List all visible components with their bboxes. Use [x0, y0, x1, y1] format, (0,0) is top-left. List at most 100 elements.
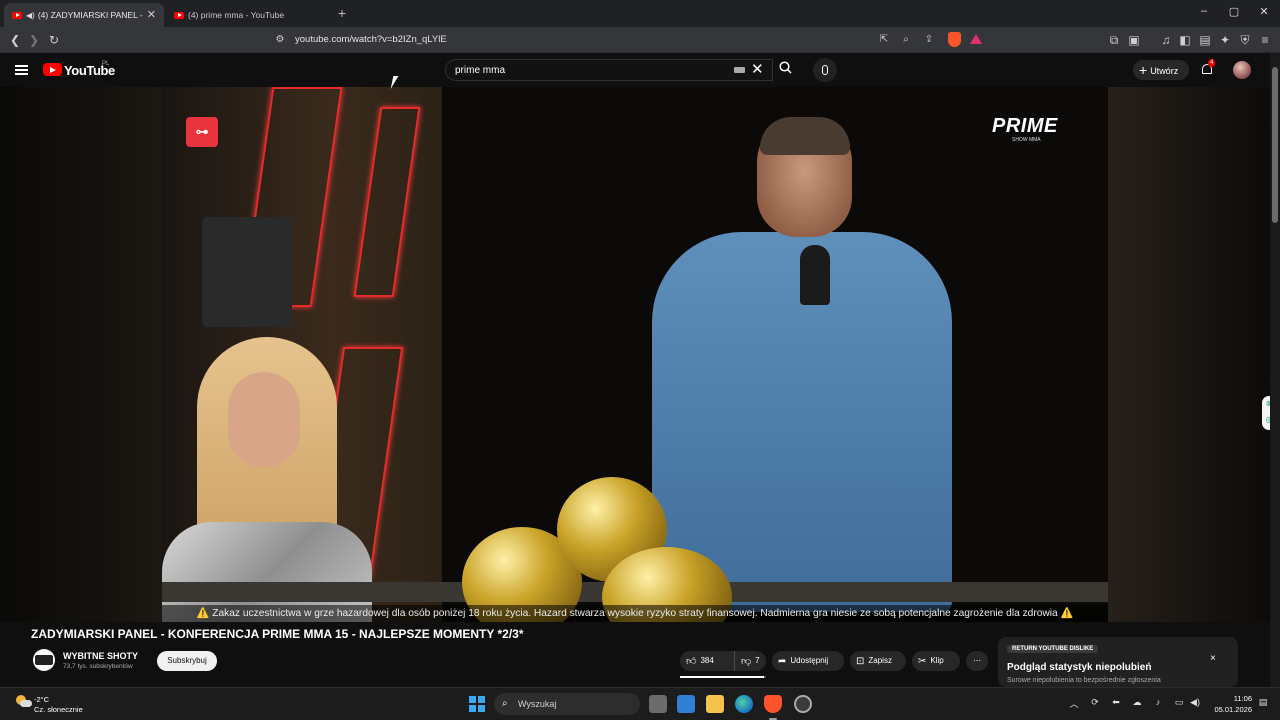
keyboard-icon[interactable] — [734, 67, 745, 73]
thumbs-down-icon: 👎︎ — [741, 656, 752, 667]
mic-tray-icon[interactable]: ♪ — [1152, 697, 1164, 707]
youtube-favicon-icon — [174, 11, 184, 19]
account-avatar[interactable] — [1233, 61, 1251, 79]
ambient-left — [0, 87, 162, 622]
edge-icon[interactable] — [735, 695, 753, 713]
like-button[interactable]: 👍︎ 384 — [686, 651, 714, 672]
taskbar-search-placeholder: Wyszukaj — [518, 699, 557, 709]
guide-menu-icon[interactable] — [15, 65, 28, 75]
youtube-logo-icon[interactable] — [43, 63, 62, 76]
search-icon — [779, 61, 792, 74]
zoom-icon[interactable]: ⌕ — [898, 32, 914, 48]
create-button[interactable]: + Utwórz — [1133, 60, 1189, 80]
tab-close-icon[interactable]: ✕ — [147, 9, 156, 21]
taskbar-search[interactable]: ⌕ Wyszukaj — [494, 693, 640, 715]
sync-icon[interactable]: ⟳ — [1089, 697, 1101, 708]
more-actions-button[interactable]: ⋯ — [966, 651, 988, 671]
clock-date[interactable]: 05.01.2026 — [1204, 705, 1252, 714]
tab-title: (4) prime mma - YouTube — [188, 10, 285, 20]
video-player[interactable]: ⊶ PRIME SHOW MMA ⚠️ Zakaz uczestnictwa w… — [0, 87, 1270, 622]
brave-rewards-icon[interactable] — [970, 34, 982, 44]
new-tab-button[interactable]: + — [335, 5, 349, 21]
browser-tab-strip: ◀) (4) ZADYMIARSKI PANEL - KO ✕ (4) prim… — [0, 0, 1280, 27]
site-settings-icon[interactable]: ⚙ — [272, 32, 288, 48]
search-button[interactable] — [773, 59, 798, 81]
leo-ai-icon[interactable]: ✦ — [1217, 32, 1233, 48]
voice-search-button[interactable] — [813, 58, 837, 82]
clear-search-icon[interactable]: ✕ — [751, 61, 764, 79]
wallet-icon[interactable]: ▤ — [1197, 32, 1213, 48]
reload-button[interactable]: ↻ — [46, 32, 62, 48]
menu-icon[interactable]: ≡ — [1257, 32, 1273, 48]
back-arrow-icon[interactable]: ⬅ — [1110, 697, 1122, 708]
weather-temperature[interactable]: -2°C — [34, 695, 49, 704]
share-label: Udostępnij — [790, 656, 829, 665]
seated-person — [162, 337, 372, 622]
scrollbar-thumb[interactable] — [1272, 67, 1278, 223]
media-icon[interactable]: ♫ — [1158, 32, 1174, 48]
ambient-right — [1108, 87, 1270, 622]
extensions-icon[interactable]: ⧉ — [1106, 32, 1122, 48]
ryd-close-icon[interactable]: × — [1210, 653, 1216, 664]
minimize-button[interactable]: – — [1196, 5, 1212, 17]
video-frame[interactable]: ⊶ PRIME SHOW MMA — [162, 87, 1108, 622]
app-icon[interactable] — [794, 695, 812, 713]
like-dislike-group: 👍︎ 384 👎︎ 7 — [680, 651, 766, 671]
clip-button[interactable]: ✂ Klip — [912, 651, 960, 671]
like-ratio-fill — [680, 676, 765, 678]
address-bar[interactable]: ⚙ youtube.com/watch?v=b2IZn_qLYlE ⇱ ⌕ ⇪ — [244, 30, 990, 50]
subscribe-button[interactable]: Subskrybuj — [157, 651, 217, 671]
speaker-icon[interactable]: ◀) — [26, 11, 35, 20]
save-button[interactable]: ⊡ Zapisz — [850, 651, 906, 671]
brave-shields-icon[interactable] — [948, 32, 961, 47]
share-page-icon[interactable]: ⇪ — [921, 32, 937, 48]
start-button[interactable] — [469, 696, 485, 712]
back-button[interactable]: ❮ — [7, 32, 23, 48]
like-count: 384 — [700, 656, 714, 665]
maximize-button[interactable]: ▢ — [1226, 5, 1242, 18]
page-scrollbar[interactable] — [1270, 53, 1280, 687]
weather-description[interactable]: Cz. słonecznie — [34, 705, 83, 714]
store-icon[interactable] — [677, 695, 695, 713]
sidebar-icon[interactable]: ◧ — [1177, 32, 1193, 48]
dislike-button[interactable]: 👎︎ 7 — [734, 651, 760, 671]
url-text[interactable]: youtube.com/watch?v=b2IZn_qLYlE — [295, 34, 447, 45]
cloud-icon[interactable]: ☁ — [1131, 697, 1143, 708]
microphone-prop — [800, 245, 830, 305]
notification-center-icon[interactable]: ▤ — [1257, 697, 1269, 708]
tab-youtube-video[interactable]: ◀) (4) ZADYMIARSKI PANEL - KO ✕ — [4, 3, 164, 27]
bookmark-add-icon: ⊡ — [856, 656, 865, 667]
channel-name[interactable]: WYBITNE SHOTY — [63, 651, 138, 661]
prime-logo: PRIME — [992, 115, 1058, 137]
share-icon: ➦ — [778, 656, 787, 667]
dislike-count: 7 — [755, 656, 760, 665]
file-explorer-icon[interactable] — [706, 695, 724, 713]
search-icon: ⌕ — [502, 698, 508, 709]
browser-toolbar: ❮ ❯ ↻ ⚑ ⚙ youtube.com/watch?v=b2IZn_qLYl… — [0, 27, 1280, 53]
brave-icon[interactable] — [764, 695, 782, 713]
notifications-button[interactable]: 4 — [1200, 59, 1216, 78]
tray-overflow-icon[interactable]: ︿ — [1068, 697, 1080, 710]
search-query[interactable]: prime mma — [455, 65, 505, 76]
prime-logo-sub: SHOW MMA — [1012, 137, 1041, 143]
weather-icon[interactable] — [14, 695, 32, 709]
close-window-button[interactable]: ✕ — [1256, 5, 1272, 18]
return-dislike-panel: RETURN YOUTUBE DISLIKE Podgląd statystyk… — [998, 637, 1238, 687]
clock-time[interactable]: 11:06 — [1222, 694, 1252, 703]
search-input[interactable]: prime mma ✕ — [445, 59, 773, 81]
vpn-icon[interactable]: ⛨ — [1237, 32, 1253, 48]
scissors-icon: ✂ — [918, 656, 927, 667]
volume-icon[interactable]: ◀) — [1189, 697, 1201, 708]
network-icon[interactable]: ▭ — [1173, 697, 1185, 708]
like-ratio-bar — [680, 676, 766, 678]
country-code: PL — [102, 61, 110, 67]
save-label: Zapisz — [868, 656, 892, 665]
open-in-app-icon[interactable]: ⇱ — [876, 32, 892, 48]
screenshot-icon[interactable]: ▣ — [1126, 32, 1142, 48]
task-view-icon[interactable] — [649, 695, 667, 713]
tab-youtube-search[interactable]: (4) prime mma - YouTube — [166, 3, 331, 27]
notification-badge: 4 — [1208, 59, 1216, 67]
share-button[interactable]: ➦ Udostępnij — [772, 651, 844, 671]
channel-avatar[interactable] — [33, 649, 55, 671]
forward-button[interactable]: ❯ — [26, 32, 42, 48]
